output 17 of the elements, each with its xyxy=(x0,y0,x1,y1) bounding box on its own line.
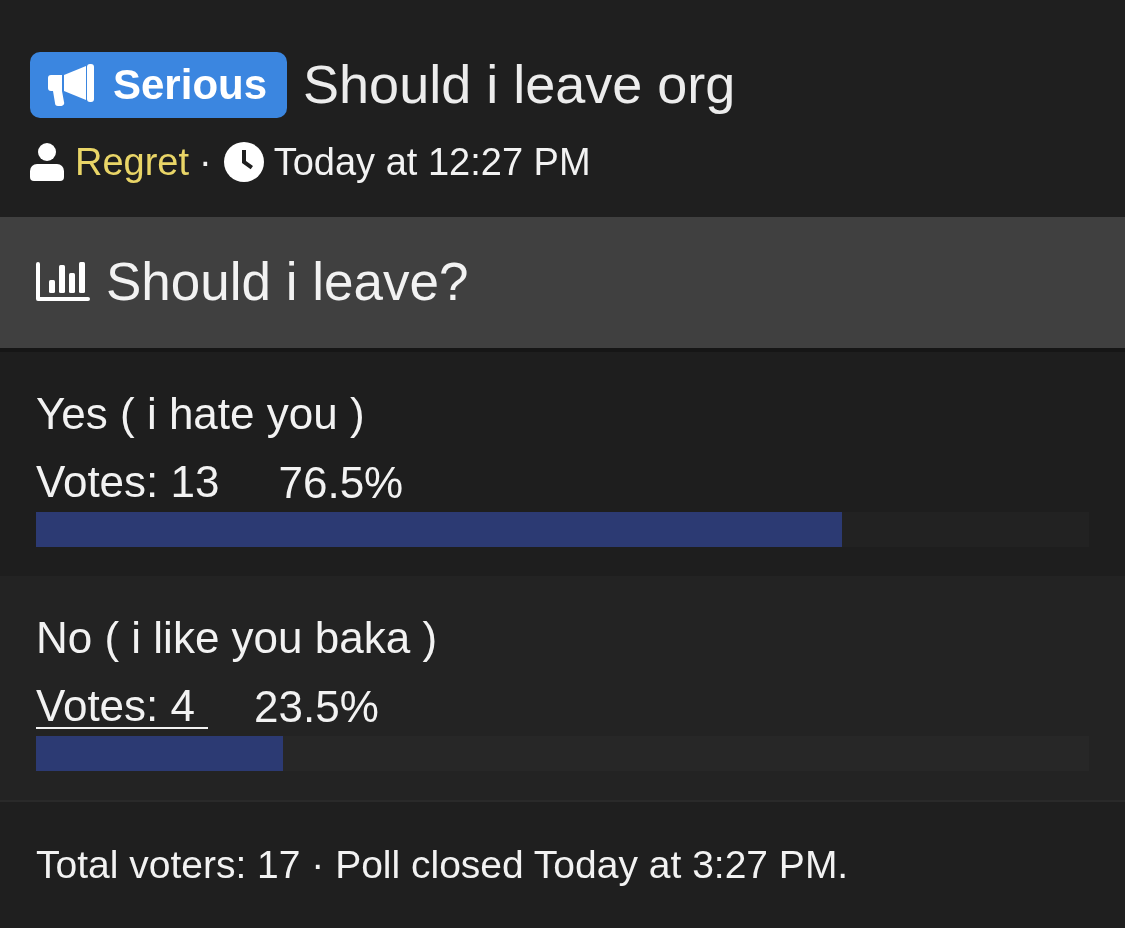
option-label: Yes ( i hate you ) xyxy=(36,388,365,440)
poll-footer-text: Total voters: 17 · Poll closed Today at 3:27 PM. xyxy=(36,843,849,886)
poll-title: Should i leave? xyxy=(106,253,469,312)
prefix-badge[interactable]: Serious xyxy=(30,52,288,118)
separator-dot: · xyxy=(199,140,212,185)
vote-percent: 23.5% xyxy=(254,681,379,733)
option-label: No ( i like you baka ) xyxy=(36,612,438,664)
user-icon xyxy=(30,143,64,181)
thread-title: Should i leave org xyxy=(303,55,736,115)
votes-link[interactable]: Votes: 4 xyxy=(36,685,208,729)
vote-percent: 76.5% xyxy=(278,457,404,509)
votes-link[interactable]: Votes: 13 xyxy=(36,461,233,505)
megaphone-icon xyxy=(48,64,96,106)
clock-icon xyxy=(223,142,264,182)
bar-chart-icon xyxy=(36,262,90,303)
author-link[interactable]: Regret xyxy=(75,139,190,185)
post-date[interactable]: Today at 12:27 PM xyxy=(273,139,591,185)
